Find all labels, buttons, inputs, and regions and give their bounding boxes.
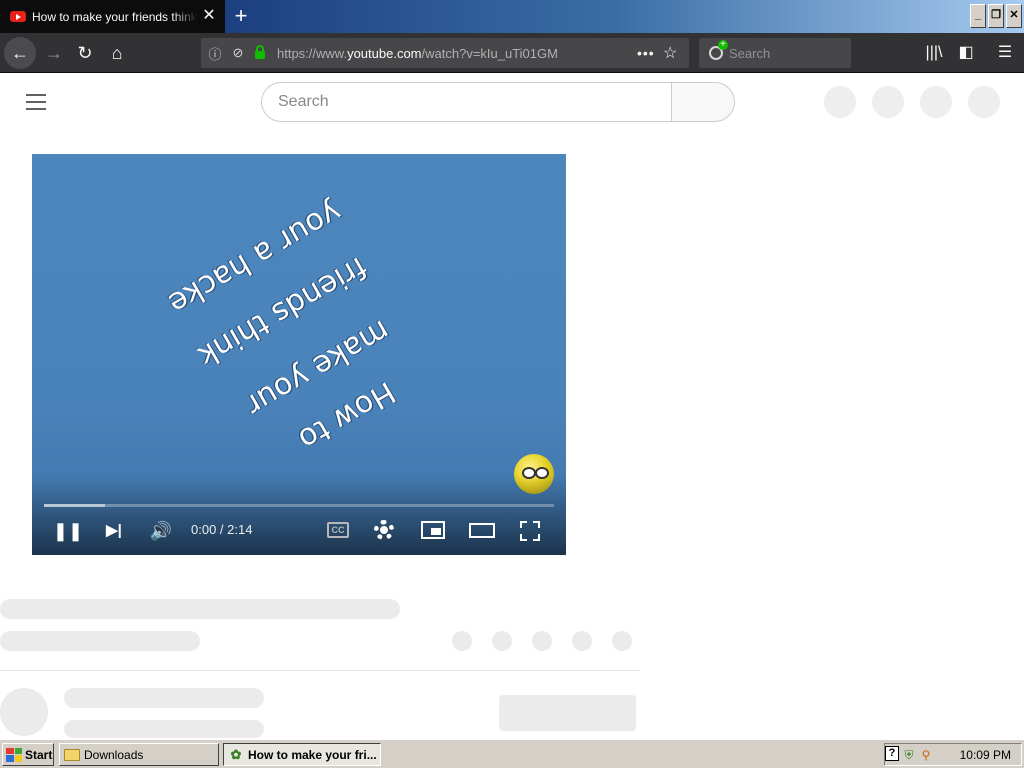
fullscreen-button[interactable] <box>520 521 540 541</box>
minimize-button[interactable]: _ <box>970 4 986 28</box>
navigation-toolbar: ← → ↻ ⌂ ⓘ ⊘ https://www.youtube.com/watc… <box>0 33 1024 73</box>
sidebar-icon[interactable]: ◧ <box>950 37 982 69</box>
library-icon[interactable]: |||\ <box>918 37 950 69</box>
subscribers-skeleton <box>64 720 264 738</box>
autoplay-blocked-icon[interactable]: ⊘ <box>229 45 247 61</box>
subscribe-skeleton <box>499 695 636 731</box>
close-window-button[interactable]: ✕ <box>1006 4 1022 28</box>
divider <box>0 670 640 671</box>
miniplayer-button[interactable] <box>421 521 445 539</box>
pause-button[interactable]: ❚❚ <box>52 518 84 544</box>
secure-lock-icon[interactable] <box>255 45 265 59</box>
action-skeleton <box>572 631 592 651</box>
video-frame: How to make your friends think your a ha… <box>32 154 566 494</box>
start-label: Start <box>25 747 53 762</box>
action-skeleton <box>612 631 632 651</box>
taskbar-item-downloads[interactable]: Downloads <box>59 743 219 766</box>
security-shield-icon[interactable]: ⛨ <box>901 747 917 763</box>
forward-button[interactable]: → <box>38 37 70 69</box>
back-button[interactable]: ← <box>4 37 36 69</box>
address-bar[interactable]: ⓘ ⊘ https://www.youtube.com/watch?v=kIu_… <box>201 38 689 68</box>
hamburger-menu-icon[interactable]: ☰ <box>989 37 1021 69</box>
system-tray: ⇅ ⛨ ⚲ 10:09 PM <box>884 743 1022 766</box>
bookmark-star-icon[interactable]: ☆ <box>663 43 689 63</box>
video-player[interactable]: How to make your friends think your a ha… <box>32 154 566 555</box>
title-skeleton <box>0 599 400 619</box>
seek-bar[interactable] <box>44 504 554 507</box>
start-button[interactable]: Start <box>2 743 54 766</box>
buffered-progress <box>44 504 106 507</box>
time-display: 0:00 / 2:14 <box>191 522 253 537</box>
clock[interactable]: 10:09 PM <box>960 748 1011 762</box>
header-placeholder-icon[interactable] <box>824 86 856 118</box>
settings-gear-icon[interactable] <box>374 520 394 540</box>
browser-search-field[interactable]: Search <box>699 38 851 68</box>
youtube-search-placeholder: Search <box>278 93 329 110</box>
action-skeleton <box>532 631 552 651</box>
next-video-button[interactable]: ▶| <box>98 518 130 544</box>
tab-strip: How to make your friends think your a ha… <box>0 0 1024 33</box>
windows-logo-icon <box>6 747 22 762</box>
search-tray-icon[interactable]: ⚲ <box>918 747 934 763</box>
taskbar-item-label: How to make your fri... <box>248 747 377 762</box>
info-icon[interactable]: ⓘ <box>206 44 224 63</box>
taskbar-item-label: Downloads <box>84 747 144 762</box>
subtitles-button[interactable]: CC <box>327 522 349 538</box>
search-engine-icon[interactable] <box>709 40 728 60</box>
restore-button[interactable]: ❐ <box>988 4 1004 28</box>
new-tab-button[interactable]: + <box>229 4 253 28</box>
theater-mode-button[interactable] <box>469 523 495 538</box>
window-controls: _ ❐ ✕ <box>970 4 1022 28</box>
url-text[interactable]: https://www.youtube.com/watch?v=kIu_uTi0… <box>277 46 637 61</box>
header-placeholder-icon[interactable] <box>920 86 952 118</box>
tab-youtube-video[interactable]: How to make your friends think your a ha… <box>0 0 225 33</box>
action-skeleton <box>492 631 512 651</box>
tab-title: How to make your friends think your a ha… <box>32 9 197 24</box>
avatar-placeholder[interactable] <box>968 86 1000 118</box>
reload-button[interactable]: ↻ <box>69 37 101 69</box>
header-placeholder-icon[interactable] <box>872 86 904 118</box>
close-tab-icon[interactable]: ✕ <box>201 8 217 24</box>
channel-name-skeleton <box>64 688 264 708</box>
volume-button[interactable]: 🔊 <box>145 518 177 544</box>
youtube-search-input[interactable]: Search <box>261 82 671 122</box>
help-icon[interactable]: ? <box>885 746 899 761</box>
youtube-favicon-icon <box>10 11 26 22</box>
firefox-app-icon: ✿ <box>230 746 242 762</box>
browser-search-placeholder: Search <box>729 45 771 61</box>
page-actions-icon[interactable]: ••• <box>637 45 663 61</box>
taskbar: Start Downloads ✿ How to make your fri..… <box>0 739 1024 768</box>
guide-menu-icon[interactable] <box>26 94 46 110</box>
youtube-search-button[interactable] <box>671 82 735 122</box>
folder-icon <box>64 748 80 761</box>
home-button[interactable]: ⌂ <box>101 37 133 69</box>
channel-avatar-skeleton <box>0 688 48 736</box>
views-skeleton <box>0 631 200 651</box>
taskbar-item-browser[interactable]: ✿ How to make your fri... <box>223 743 381 766</box>
action-skeleton <box>452 631 472 651</box>
